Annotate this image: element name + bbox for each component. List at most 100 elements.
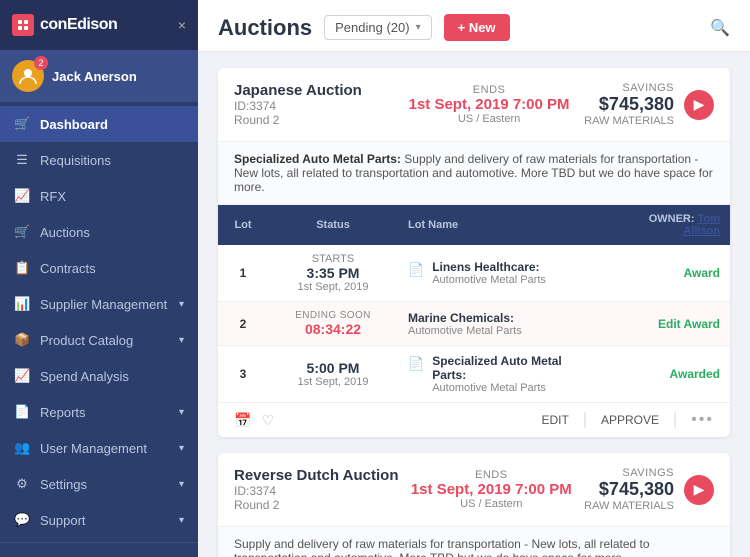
sidebar-item-requisitions[interactable]: ☰ Requisitions	[0, 142, 198, 178]
ends-date: 1st Sept, 2019 7:00 PM	[398, 481, 584, 498]
more-options-button[interactable]: •••	[691, 411, 714, 429]
approve-button[interactable]: APPROVE	[601, 413, 659, 427]
page-title: Auctions	[218, 15, 312, 41]
auction-title-block: Reverse Dutch Auction ID:3374 Round 2	[234, 467, 398, 512]
sidebar-item-label: Reports	[40, 405, 86, 420]
lot-table: Lot Status Lot Name OWNER: Tom Allison 1…	[218, 205, 730, 402]
sidebar-item-dashboard[interactable]: 🛒 Dashboard	[0, 106, 198, 142]
sidebar-item-label: Support	[40, 513, 86, 528]
sidebar-item-label: Dashboard	[40, 117, 108, 132]
close-icon[interactable]: ×	[178, 17, 186, 33]
edit-button[interactable]: EDIT	[542, 413, 569, 427]
search-icon[interactable]: 🔍	[710, 18, 730, 38]
sidebar-item-label: User Management	[40, 441, 147, 456]
awarded-badge: Awarded	[670, 367, 720, 381]
heart-icon[interactable]: ♡	[261, 412, 274, 429]
sidebar-item-label: Contracts	[40, 261, 96, 276]
lot-action: Award	[602, 245, 730, 302]
lot-footer: 📅 ♡ EDIT | APPROVE | •••	[218, 402, 730, 437]
ends-timezone: US / Eastern	[398, 498, 584, 510]
auction-ends-block: ENDS 1st Sept, 2019 7:00 PM US / Eastern	[394, 84, 584, 125]
auction-go-button[interactable]: ▶	[684, 475, 714, 505]
owner-col-header: OWNER: Tom Allison	[602, 205, 730, 245]
contracts-icon: 📋	[14, 260, 30, 276]
auction-round: Round 2	[234, 113, 394, 127]
savings-amount: $745,380	[584, 94, 674, 115]
auction-card-header: Reverse Dutch Auction ID:3374 Round 2 EN…	[218, 453, 730, 527]
sidebar-item-user-management[interactable]: 👥 User Management ▾	[0, 430, 198, 466]
status-label: Pending (20)	[335, 20, 409, 35]
avatar-badge: 2	[12, 60, 44, 92]
calendar-icon[interactable]: 📅	[234, 412, 251, 429]
sidebar-item-contracts[interactable]: 📋 Contracts	[0, 250, 198, 286]
lot-name-cell: Marine Chemicals: Automotive Metal Parts	[398, 302, 602, 346]
savings-amount: $745,380	[584, 479, 674, 500]
auctions-list: Japanese Auction ID:3374 Round 2 ENDS 1s…	[198, 52, 750, 557]
sidebar-item-support[interactable]: 💬 Support ▾	[0, 502, 198, 538]
sidebar-item-settings[interactable]: ⚙ Settings ▾	[0, 466, 198, 502]
separator: |	[673, 411, 677, 429]
chevron-down-icon: ▾	[179, 407, 184, 418]
sidebar-nav: 🛒 Dashboard ☰ Requisitions 📈 RFX 🛒 Aucti…	[0, 102, 198, 542]
sidebar-item-label: Settings	[40, 477, 87, 492]
separator: |	[583, 411, 587, 429]
sidebar-item-label: Auctions	[40, 225, 90, 240]
user-menu[interactable]: 2 Jack Anerson	[0, 50, 198, 102]
settings-icon: ⚙	[14, 476, 30, 492]
sidebar-item-rfx[interactable]: 📈 RFX	[0, 178, 198, 214]
auction-ends-block: ENDS 1st Sept, 2019 7:00 PM US / Eastern	[398, 469, 584, 510]
sidebar-item-label: Spend Analysis	[40, 369, 129, 384]
chevron-down-icon: ▾	[179, 299, 184, 310]
lot-status: ENDING SOON 08:34:22	[268, 302, 398, 346]
lot-number: 3	[218, 346, 268, 403]
sidebar-item-label: RFX	[40, 189, 66, 204]
sidebar-item-reports[interactable]: 📄 Reports ▾	[0, 394, 198, 430]
sidebar-item-label: Supplier Management	[40, 297, 167, 312]
savings-block: SAVINGS $745,380 RAW MATERIALS ▶	[584, 82, 714, 127]
sidebar-footer: Powered by ProcurePort •••	[0, 542, 198, 557]
savings-info: SAVINGS $745,380 RAW MATERIALS	[584, 467, 674, 512]
chevron-down-icon: ▾	[179, 479, 184, 490]
auction-go-button[interactable]: ▶	[684, 90, 714, 120]
document-icon: 📄	[408, 262, 424, 278]
auction-description: Specialized Auto Metal Parts: Supply and…	[218, 142, 730, 205]
auctions-icon: 🛒	[14, 224, 30, 240]
page-header: Auctions Pending (20) ▾ + New 🔍	[198, 0, 750, 52]
lot-name-cell: 📄 Specialized Auto Metal Parts: Automoti…	[398, 346, 602, 403]
award-action-button[interactable]: Award	[684, 266, 720, 280]
savings-label: SAVINGS	[584, 82, 674, 94]
sidebar-item-product-catalog[interactable]: 📦 Product Catalog ▾	[0, 322, 198, 358]
reports-icon: 📄	[14, 404, 30, 420]
lot-name-cell: 📄 Linens Healthcare: Automotive Metal Pa…	[398, 245, 602, 302]
table-row: 2 ENDING SOON 08:34:22 Marine Chemicals:…	[218, 302, 730, 346]
sidebar-item-label: Product Catalog	[40, 333, 133, 348]
more-options-button[interactable]: •••	[167, 553, 184, 557]
sidebar-logo-bar: conEdison ×	[0, 0, 198, 50]
sidebar-item-supplier-management[interactable]: 📊 Supplier Management ▾	[0, 286, 198, 322]
status-filter-dropdown[interactable]: Pending (20) ▾	[324, 15, 431, 40]
sidebar-item-spend-analysis[interactable]: 📈 Spend Analysis	[0, 358, 198, 394]
lot-action: Awarded	[602, 346, 730, 403]
rfx-icon: 📈	[14, 188, 30, 204]
chevron-down-icon: ▾	[179, 515, 184, 526]
auction-description: Supply and delivery of raw materials for…	[218, 527, 730, 557]
edit-award-button[interactable]: Edit Award	[658, 317, 720, 331]
spend-icon: 📈	[14, 368, 30, 384]
main-content: Auctions Pending (20) ▾ + New 🔍 Japanese…	[198, 0, 750, 557]
sidebar: conEdison × 2 Jack Anerson 🛒 Dashboard ☰…	[0, 0, 198, 557]
savings-info: SAVINGS $745,380 RAW MATERIALS	[584, 82, 674, 127]
dashboard-icon: 🛒	[14, 116, 30, 132]
auction-card-header: Japanese Auction ID:3374 Round 2 ENDS 1s…	[218, 68, 730, 142]
requisitions-icon: ☰	[14, 152, 30, 168]
new-auction-button[interactable]: + New	[444, 14, 510, 41]
sidebar-item-auctions[interactable]: 🛒 Auctions	[0, 214, 198, 250]
footer-icons: 📅 ♡	[234, 412, 274, 429]
chevron-down-icon: ▾	[179, 443, 184, 454]
lot-status: STARTS 3:35 PM 1st Sept, 2019	[268, 245, 398, 302]
notification-badge: 2	[34, 56, 48, 70]
lot-col-header: Lot	[218, 205, 268, 245]
sidebar-item-label: Requisitions	[40, 153, 111, 168]
supplier-icon: 📊	[14, 296, 30, 312]
table-row: 1 STARTS 3:35 PM 1st Sept, 2019 📄 Linens…	[218, 245, 730, 302]
savings-label: SAVINGS	[584, 467, 674, 479]
